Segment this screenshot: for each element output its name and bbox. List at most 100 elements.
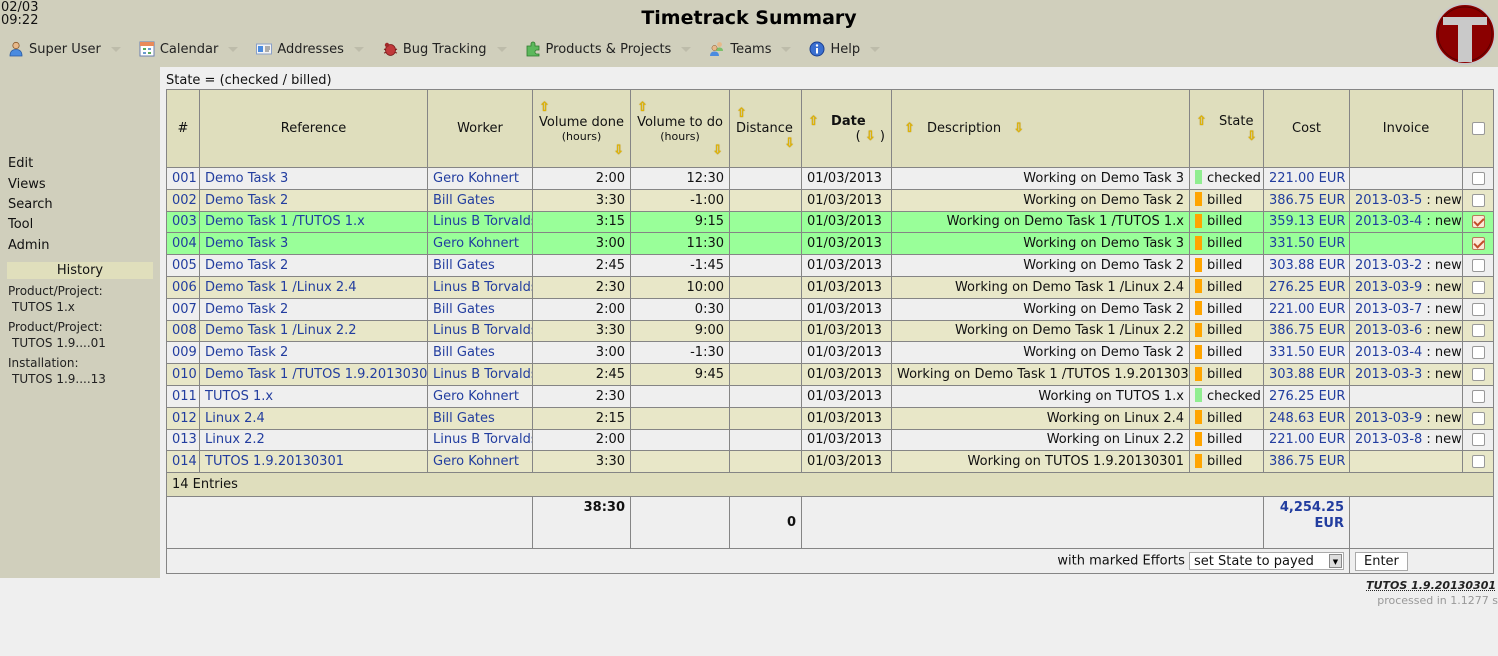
sort-descending-icon[interactable]: ⇩ <box>865 129 876 144</box>
reference-link[interactable]: Demo Task 2 <box>199 188 428 212</box>
row-select-checkbox[interactable] <box>1471 259 1485 273</box>
bulk-action-select[interactable]: set State to payed ▼ <box>1189 552 1344 571</box>
row-number-link[interactable]: 005 <box>166 254 200 277</box>
reference-link[interactable]: Demo Task 2 <box>199 297 428 321</box>
enter-button[interactable]: Enter <box>1355 551 1408 571</box>
menu-calendar[interactable]: Calendar <box>139 41 239 57</box>
invoice-link[interactable]: 2013-03-7 <box>1355 302 1422 317</box>
reference-link[interactable]: Linux 2.4 <box>199 406 428 430</box>
cost-link[interactable]: 386.75 EUR <box>1263 188 1350 212</box>
sort-ascending-icon[interactable]: ⇧ <box>904 121 915 136</box>
row-number-link[interactable]: 007 <box>166 297 200 321</box>
row-number-link[interactable]: 008 <box>166 319 200 343</box>
tutos-logo[interactable] <box>1434 3 1496 65</box>
invoice-link[interactable]: 2013-03-9 <box>1355 411 1422 426</box>
select-all-checkbox[interactable] <box>1471 122 1485 135</box>
invoice-link[interactable]: 2013-03-2 <box>1355 258 1422 273</box>
invoice-link[interactable]: 2013-03-4 <box>1355 214 1422 229</box>
cost-link[interactable]: 386.75 EUR <box>1263 450 1350 474</box>
row-number-link[interactable]: 014 <box>166 450 200 474</box>
worker-link[interactable]: Linus B Torvalds <box>427 319 533 343</box>
sidebar-link-admin[interactable]: Admin <box>8 238 49 253</box>
history-link[interactable]: TUTOS 1.x <box>12 300 75 314</box>
worker-link[interactable]: Linus B Torvalds <box>427 275 533 299</box>
reference-link[interactable]: TUTOS 1.x <box>199 384 428 408</box>
cost-link[interactable]: 276.25 EUR <box>1263 275 1350 299</box>
sort-ascending-icon[interactable]: ⇧ <box>539 100 550 115</box>
cost-link[interactable]: 303.88 EUR <box>1263 363 1350 386</box>
row-select-checkbox[interactable] <box>1471 215 1485 229</box>
worker-link[interactable]: Bill Gates <box>427 254 533 277</box>
row-number-link[interactable]: 003 <box>166 210 200 234</box>
reference-link[interactable]: Demo Task 3 <box>199 232 428 256</box>
menu-bug-tracking[interactable]: Bug Tracking <box>382 41 507 57</box>
row-select-checkbox[interactable] <box>1471 193 1485 207</box>
sort-ascending-icon[interactable]: ⇧ <box>637 100 648 115</box>
worker-link[interactable]: Linus B Torvalds <box>427 363 533 386</box>
invoice-link[interactable]: 2013-03-3 <box>1355 367 1422 382</box>
row-number-link[interactable]: 011 <box>166 384 200 408</box>
row-select-checkbox[interactable] <box>1471 368 1485 382</box>
reference-link[interactable]: Demo Task 1 /Linux 2.2 <box>199 319 428 343</box>
history-link[interactable]: TUTOS 1.9....01 <box>12 336 106 350</box>
sort-descending-icon[interactable]: ⇩ <box>613 143 624 158</box>
cost-link[interactable]: 276.25 EUR <box>1263 384 1350 408</box>
row-select-checkbox[interactable] <box>1471 346 1485 360</box>
menu-addresses[interactable]: Addresses <box>256 41 364 57</box>
worker-link[interactable]: Gero Kohnert <box>427 232 533 256</box>
invoice-link[interactable]: 2013-03-9 <box>1355 280 1422 295</box>
row-select-checkbox[interactable] <box>1471 237 1485 251</box>
sort-ascending-icon[interactable]: ⇧ <box>1196 114 1207 129</box>
menu-teams[interactable]: Teams <box>709 41 792 57</box>
row-select-checkbox[interactable] <box>1471 280 1485 294</box>
worker-link[interactable]: Gero Kohnert <box>427 384 533 408</box>
row-select-checkbox[interactable] <box>1471 455 1485 469</box>
row-select-checkbox[interactable] <box>1471 411 1485 425</box>
version-link[interactable]: TUTOS 1.9.20130301 <box>1366 579 1496 592</box>
row-number-link[interactable]: 013 <box>166 428 200 452</box>
reference-link[interactable]: Demo Task 1 /Linux 2.4 <box>199 275 428 299</box>
menu-help[interactable]: Help <box>809 41 881 57</box>
history-link[interactable]: TUTOS 1.9....13 <box>12 372 106 386</box>
cost-link[interactable]: 221.00 EUR <box>1263 428 1350 452</box>
worker-link[interactable]: Linus B Torvalds <box>427 210 533 234</box>
cost-link[interactable]: 331.50 EUR <box>1263 341 1350 365</box>
sort-ascending-icon[interactable]: ⇧ <box>736 106 747 121</box>
row-number-link[interactable]: 006 <box>166 275 200 299</box>
sidebar-link-search[interactable]: Search <box>8 197 53 212</box>
reference-link[interactable]: Demo Task 2 <box>199 341 428 365</box>
invoice-link[interactable]: 2013-03-4 <box>1355 345 1422 360</box>
invoice-link[interactable]: 2013-03-5 <box>1355 193 1422 208</box>
row-number-link[interactable]: 009 <box>166 341 200 365</box>
row-select-checkbox[interactable] <box>1471 389 1485 403</box>
reference-link[interactable]: Demo Task 1 /TUTOS 1.x <box>199 210 428 234</box>
sort-ascending-icon[interactable]: ⇧ <box>808 114 819 129</box>
row-select-checkbox[interactable] <box>1471 171 1485 185</box>
worker-link[interactable]: Linus B Torvalds <box>427 428 533 452</box>
worker-link[interactable]: Bill Gates <box>427 341 533 365</box>
sidebar-link-edit[interactable]: Edit <box>8 156 33 171</box>
invoice-link[interactable]: 2013-03-6 <box>1355 323 1422 338</box>
sort-descending-icon[interactable]: ⇩ <box>712 143 723 158</box>
worker-link[interactable]: Bill Gates <box>427 406 533 430</box>
reference-link[interactable]: Demo Task 2 <box>199 254 428 277</box>
cost-link[interactable]: 221.00 EUR <box>1263 297 1350 321</box>
row-number-link[interactable]: 012 <box>166 406 200 430</box>
row-select-checkbox[interactable] <box>1471 433 1485 447</box>
sort-descending-icon[interactable]: ⇩ <box>784 136 795 151</box>
cost-link[interactable]: 221.00 EUR <box>1263 167 1350 190</box>
cost-link[interactable]: 359.13 EUR <box>1263 210 1350 234</box>
worker-link[interactable]: Bill Gates <box>427 297 533 321</box>
worker-link[interactable]: Gero Kohnert <box>427 167 533 190</box>
sidebar-link-views[interactable]: Views <box>8 177 46 192</box>
cost-link[interactable]: 386.75 EUR <box>1263 319 1350 343</box>
menu-super-user[interactable]: Super User <box>8 41 121 57</box>
reference-link[interactable]: TUTOS 1.9.20130301 <box>199 450 428 474</box>
worker-link[interactable]: Bill Gates <box>427 188 533 212</box>
invoice-link[interactable]: 2013-03-8 <box>1355 432 1422 447</box>
sidebar-link-tool[interactable]: Tool <box>8 217 33 232</box>
row-number-link[interactable]: 002 <box>166 188 200 212</box>
cost-link[interactable]: 248.63 EUR <box>1263 406 1350 430</box>
reference-link[interactable]: Demo Task 1 /TUTOS 1.9.20130301 <box>199 363 428 386</box>
row-number-link[interactable]: 004 <box>166 232 200 256</box>
